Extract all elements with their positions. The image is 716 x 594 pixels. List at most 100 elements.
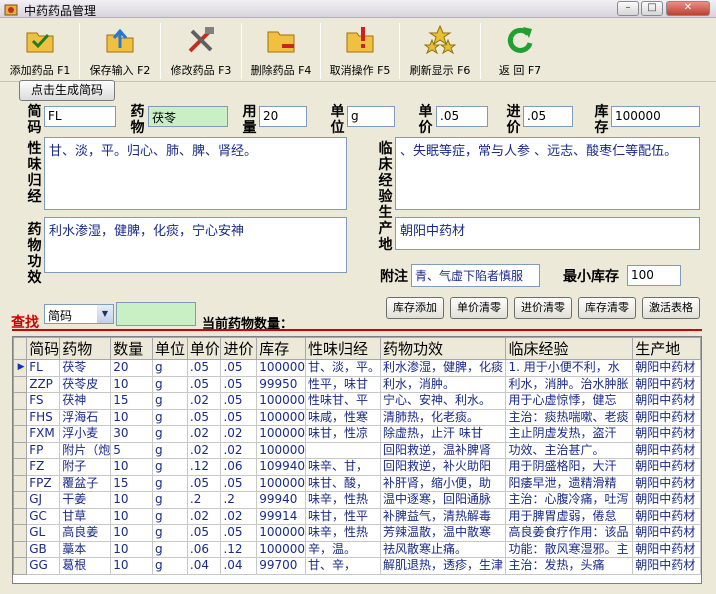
table-cell[interactable]: FS [26,392,61,410]
table-cell[interactable]: 味甘，性平 [304,507,382,525]
table-cell[interactable]: 主治：心腹冷痛，吐泻 [505,491,634,509]
table-cell[interactable]: 味辛，性热 [304,524,382,542]
drug-field[interactable]: 茯苓 [148,106,228,127]
table-cell[interactable]: 100000 [256,441,306,459]
table-cell[interactable]: 10 [110,557,153,575]
minimize-button[interactable]: – [617,1,639,16]
table-cell[interactable]: 109940 [256,458,306,476]
row-header[interactable] [13,540,28,558]
maximize-button[interactable]: □ [641,1,663,16]
table-row[interactable]: FXM 浮小麦 30 g .02.02 100000 味甘，性凉 除虚热，止汗 味甘 主止阴虚发… [13,425,701,443]
table-cell[interactable]: ZZP [26,375,61,393]
table-cell[interactable]: 100000 [256,392,306,410]
table-cell[interactable]: 茯苓 [59,359,112,377]
table-cell[interactable]: 茯苓皮 [59,375,112,393]
table-cell[interactable]: 解肌退热，透疹，生津 [380,557,507,575]
table-cell[interactable]: 朝阳中药材 [632,557,701,575]
table-row[interactable]: FPZ 覆盆子 15 g .05.05 100000 味甘、酸， 补肝肾，缩小便，助 阳痿早泄，… [13,474,701,492]
table-cell[interactable]: 回阳救逆，补火助阳 [380,458,507,476]
table-cell[interactable]: 1. 用于小便不利，水 [505,359,634,377]
column-header[interactable]: 药物功效 [380,337,507,360]
table-cell[interactable]: 100000 [256,425,306,443]
table-cell[interactable]: 10 [110,540,153,558]
table-cell[interactable]: 阳痿早泄，遗精滑精 [505,474,634,492]
table-cell[interactable]: g [151,524,188,542]
table-cell[interactable]: FZ [26,458,61,476]
activate-table-button[interactable]: 激活表格 [642,297,700,319]
table-cell[interactable]: 朝阳中药材 [632,392,701,410]
table-row[interactable]: FP 附片（炮 5 g .02.02 100000 回阳救逆，温补脾肾 功效、主治甚广。 朝阳中… [13,441,701,459]
table-row[interactable]: GJ 干姜 10 g .2.2 99940 味辛，性热 温中逐寒，回阳通脉 主治：心腹冷痛，吐泻… [13,491,701,509]
table-cell[interactable]: 性味甘、平 [304,392,382,410]
table-cell[interactable]: GC [26,507,61,525]
table-cell[interactable]: .05 [186,474,222,492]
table-cell[interactable]: .02 [186,507,222,525]
table-cell[interactable]: g [151,392,188,410]
table-cell[interactable]: 高良姜食疗作用：该品 [505,524,634,542]
table-cell[interactable]: .05 [186,408,222,426]
row-header[interactable] [13,507,28,525]
table-cell[interactable]: .02 [220,441,258,459]
table-cell[interactable]: 清肺热，化老痰。 [380,408,507,426]
origin-field[interactable]: 朝阳中药材 [395,217,700,250]
table-cell[interactable]: 100000 [256,524,306,542]
table-cell[interactable]: .06 [186,540,222,558]
clear-stock-button[interactable]: 库存清零 [578,297,636,319]
nature-field[interactable]: 甘、淡，平。归心、肺、脾、肾经。 [44,137,347,210]
table-row[interactable]: GC 甘草 10 g .02.02 99914 味甘，性平 补脾益气，清热解毒 用于脾胃虚弱，倦… [13,507,701,525]
table-cell[interactable]: 辛，温。 [304,540,382,558]
table-cell[interactable]: 浮小麦 [59,425,112,443]
table-cell[interactable]: 朝阳中药材 [632,524,701,542]
table-cell[interactable] [304,441,382,459]
stock-field[interactable]: 100000 [611,106,700,127]
search-input[interactable] [116,302,196,326]
table-cell[interactable]: 10 [110,458,153,476]
table-cell[interactable]: 利水渗湿，健脾，化痰 [380,359,507,377]
column-header[interactable]: 进价 [220,337,258,360]
table-cell[interactable]: .04 [220,557,258,575]
table-row[interactable]: FHS 浮海石 10 g .05.05 100000 味咸，性寒 清肺热，化老痰。 主治：痰热喘… [13,408,701,426]
table-cell[interactable]: 朝阳中药材 [632,441,701,459]
generate-code-button[interactable]: 点击生成简码 [19,80,115,101]
table-cell[interactable]: g [151,425,188,443]
edit-drug-button[interactable]: 修改药品 F3 [163,19,239,81]
delete-drug-button[interactable]: 删除药品 F4 [244,19,318,81]
table-cell[interactable]: 15 [110,392,153,410]
table-cell[interactable]: 芳辣温散，温中散寒 [380,524,507,542]
table-cell[interactable]: GL [26,524,61,542]
table-cell[interactable]: .05 [186,359,222,377]
table-cell[interactable]: FPZ [26,474,61,492]
table-cell[interactable]: 宁心、安神、利水。 [380,392,507,410]
dosage-field[interactable]: 20 [259,106,307,127]
efficacy-field[interactable]: 利水渗湿，健脾，化痰，宁心安神 [44,217,347,273]
table-cell[interactable]: .2 [220,491,258,509]
row-header[interactable] [13,408,28,426]
table-cell[interactable]: 补脾益气，清热解毒 [380,507,507,525]
table-cell[interactable]: 茯神 [59,392,112,410]
table-cell[interactable]: 朝阳中药材 [632,408,701,426]
table-cell[interactable]: g [151,441,188,459]
column-header[interactable]: 单位 [151,337,188,360]
table-cell[interactable]: 朝阳中药材 [632,425,701,443]
table-cell[interactable]: .02 [220,507,258,525]
table-cell[interactable]: 回阳救逆，温补脾肾 [380,441,507,459]
row-header[interactable] [13,491,28,509]
table-cell[interactable]: 用于心虚惊悸，健忘 [505,392,634,410]
table-cell[interactable]: 朝阳中药材 [632,491,701,509]
table-cell[interactable]: .12 [186,458,222,476]
table-cell[interactable]: 功能：散风寒湿邪。主 [505,540,634,558]
column-header[interactable]: 临床经验 [505,337,634,360]
table-row[interactable]: FZ 附子 10 g .12.06 109940 味辛、甘， 回阳救逆，补火助阳 用于阴盛格阳，… [13,458,701,476]
drug-table[interactable]: 简码 药物 数量 单位 单价 进价 库存 性味归经 药物功效 临床经验 生产地 … [12,336,702,584]
column-header[interactable]: 简码 [26,337,61,360]
row-header[interactable] [13,425,28,443]
table-cell[interactable]: g [151,491,188,509]
column-header[interactable]: 性味归经 [304,337,382,360]
table-cell[interactable]: 15 [110,474,153,492]
table-cell[interactable]: 味辛、甘， [304,458,382,476]
table-cell[interactable]: 主治：发热，头痛 [505,557,634,575]
table-cell[interactable]: 利水，消肿。治水肿胀 [505,375,634,393]
table-cell[interactable]: .05 [220,524,258,542]
table-cell[interactable]: 性平，味甘 [304,375,382,393]
purchase-price-field[interactable]: .05 [523,106,573,127]
